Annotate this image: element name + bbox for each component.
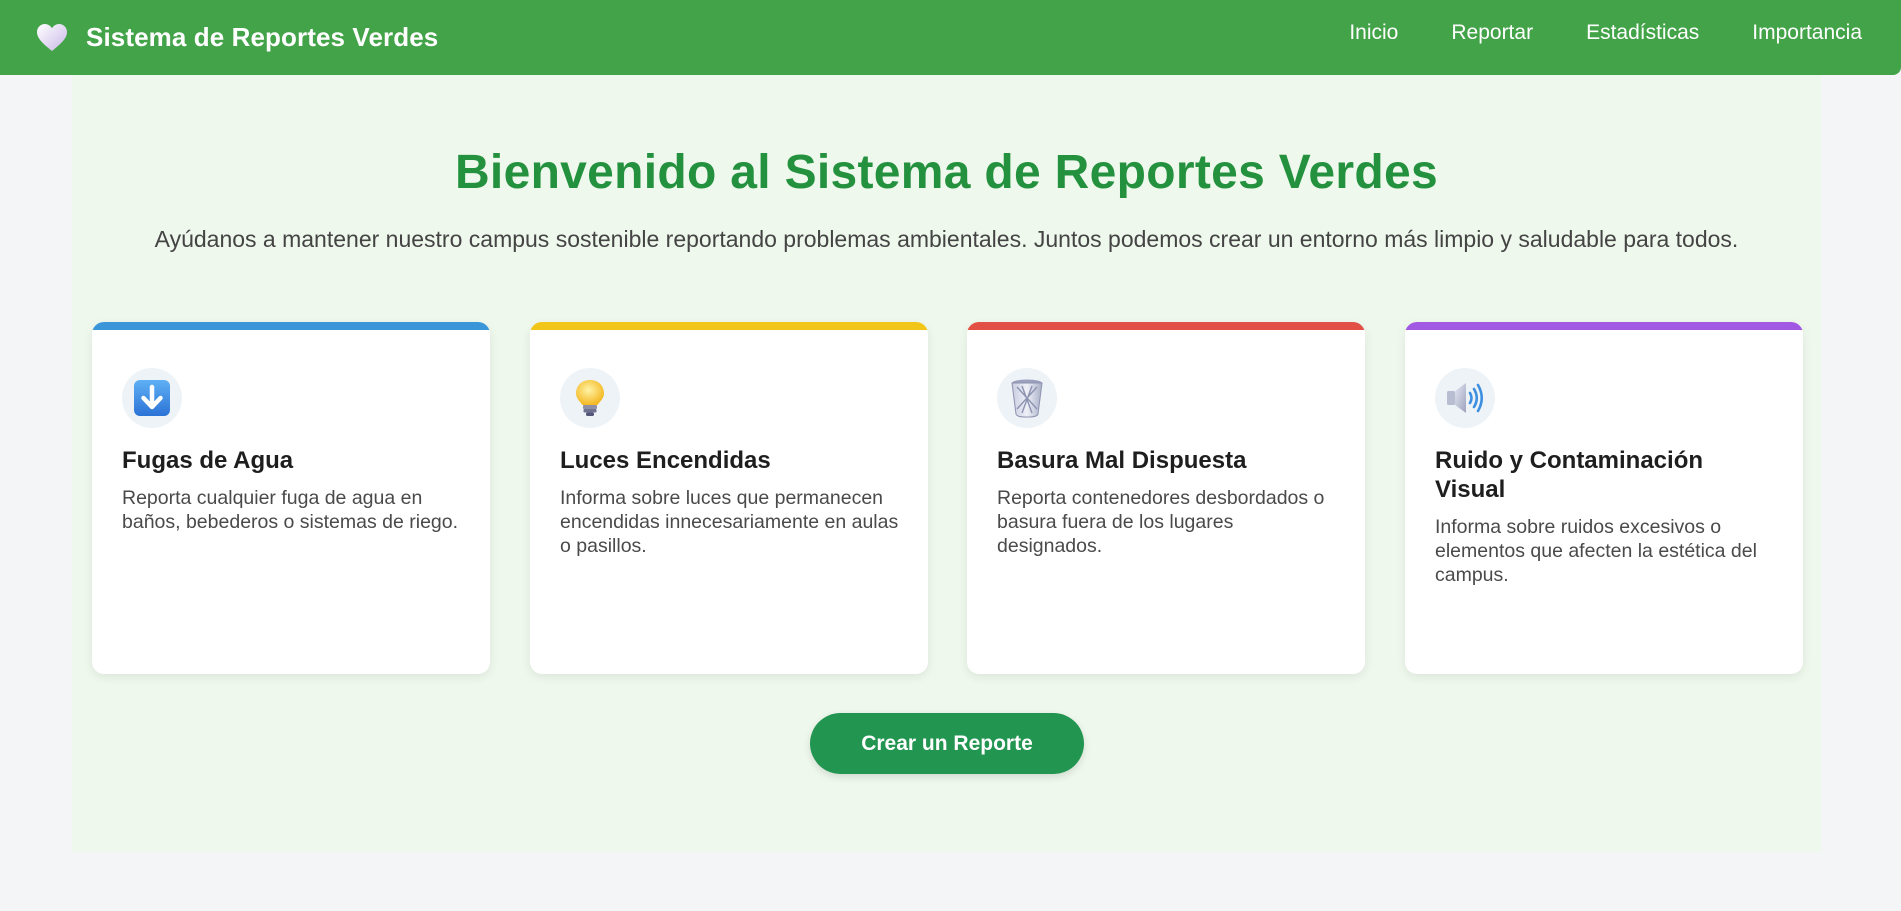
card-ruido-contaminacion-visual[interactable]: Ruido y Contaminación Visual Informa sob… [1405, 322, 1803, 674]
nav-importancia[interactable]: Importancia [1752, 21, 1862, 45]
card-accent-bar [530, 322, 928, 330]
main-nav: Inicio Reportar Estadísticas Importancia [1349, 0, 1862, 65]
card-description: Informa sobre luces que permanecen encen… [560, 487, 899, 557]
nav-inicio[interactable]: Inicio [1349, 21, 1398, 45]
nav-estadisticas[interactable]: Estadísticas [1586, 21, 1699, 45]
card-accent-bar [967, 322, 1365, 330]
card-description: Reporta contenedores desbordados o basur… [997, 487, 1325, 557]
hero-subtitle: Ayúdanos a mantener nuestro campus soste… [154, 226, 1739, 252]
app-title: Sistema de Reportes Verdes [86, 22, 439, 52]
page-title: Bienvenido al Sistema de Reportes Verdes [454, 146, 1439, 199]
card-title: Ruido y Contaminación Visual [1435, 447, 1704, 503]
card-fugas-de-agua[interactable]: Fugas de Agua Reporta cualquier fuga de … [92, 322, 490, 674]
heart-icon [36, 23, 68, 53]
card-title: Luces Encendidas [560, 447, 771, 474]
card-description: Reporta cualquier fuga de agua en baños,… [122, 487, 459, 533]
card-title: Basura Mal Dispuesta [997, 447, 1247, 474]
trash-icon [997, 368, 1057, 428]
create-report-button[interactable]: Crear un Reporte [810, 713, 1084, 774]
card-title: Fugas de Agua [122, 447, 294, 474]
brand[interactable]: Sistema de Reportes Verdes [36, 22, 438, 53]
lightbulb-icon [560, 368, 620, 428]
top-navbar: Sistema de Reportes Verdes Inicio Report… [0, 0, 1901, 75]
card-accent-bar [1405, 322, 1803, 330]
hero-section: Bienvenido al Sistema de Reportes Verdes… [72, 75, 1821, 852]
nav-reportar[interactable]: Reportar [1451, 21, 1533, 45]
speaker-icon [1435, 368, 1495, 428]
card-luces-encendidas[interactable]: Luces Encendidas Informa sobre luces que… [530, 322, 928, 674]
card-description: Informa sobre ruidos excesivos o element… [1435, 516, 1757, 586]
card-basura-mal-dispuesta[interactable]: Basura Mal Dispuesta Reporta contenedore… [967, 322, 1365, 674]
card-accent-bar [92, 322, 490, 330]
down-arrow-icon [122, 368, 182, 428]
